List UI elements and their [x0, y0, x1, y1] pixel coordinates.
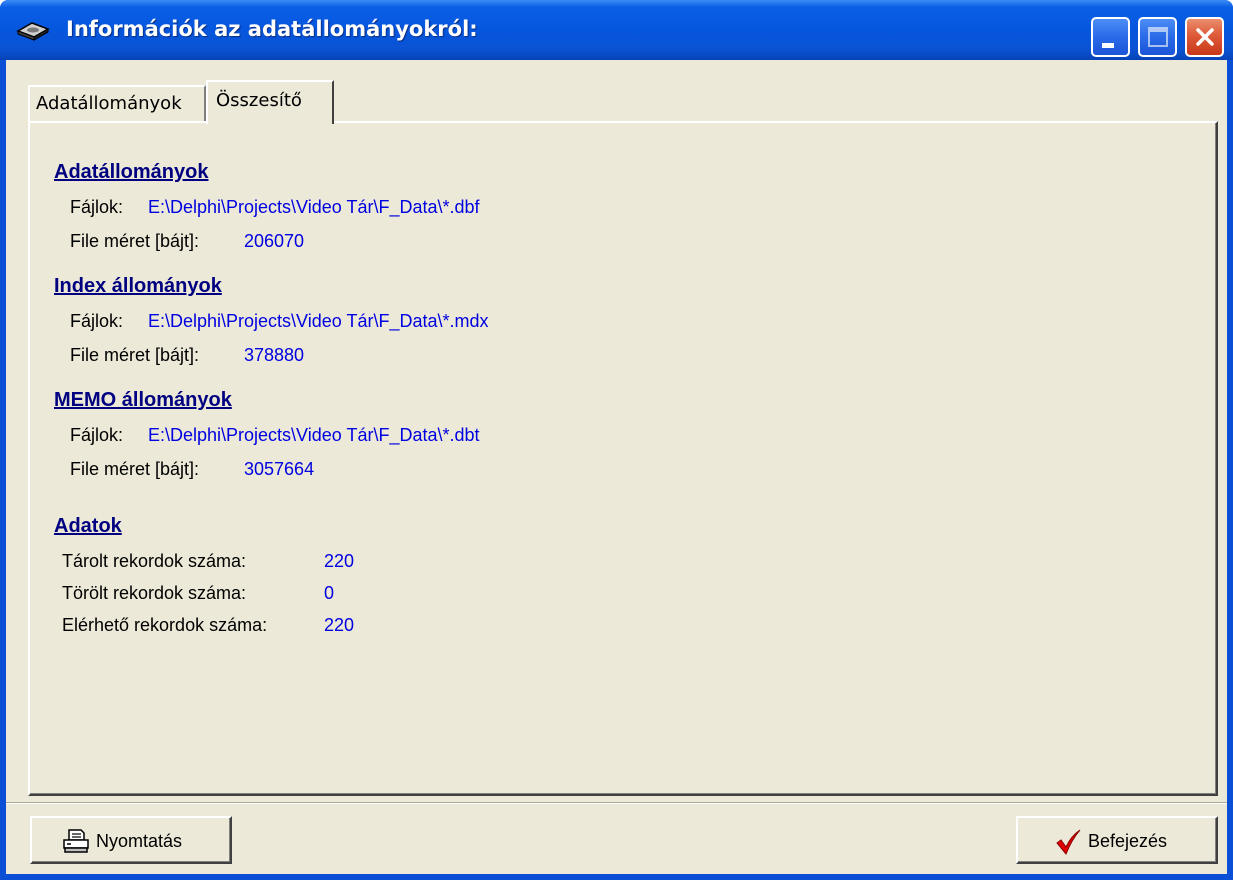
size-label: File méret [bájt]: — [70, 459, 200, 479]
files-label: Fájlok: — [70, 311, 124, 331]
files-value: E:\Delphi\Projects\Video Tár\F_Data\*.db… — [148, 197, 480, 217]
available-records-value: 220 — [324, 615, 355, 635]
print-label: Nyomtatás — [96, 831, 183, 851]
minimize-button[interactable] — [1091, 17, 1130, 57]
data-heading: Adatok — [54, 515, 122, 537]
maximize-icon — [1148, 27, 1168, 47]
tab-osszesito[interactable]: Összesítő — [206, 80, 334, 124]
files-value: E:\Delphi\Projects\Video Tár\F_Data\*.db… — [148, 425, 480, 445]
finish-button[interactable]: Befejezés — [1016, 816, 1218, 864]
finish-label: Befejezés — [1088, 831, 1168, 851]
files-value: E:\Delphi\Projects\Video Tár\F_Data\*.md… — [148, 311, 489, 331]
size-label: File méret [bájt]: — [70, 345, 200, 365]
deleted-records-row: Törölt rekordok száma: 0 — [62, 583, 334, 604]
minimize-icon — [1102, 43, 1114, 48]
printer-icon — [63, 829, 89, 853]
deleted-records-label: Törölt rekordok száma: — [62, 583, 247, 603]
available-records-label: Elérhető rekordok száma: — [62, 615, 268, 635]
available-records-row: Elérhető rekordok száma: 220 — [62, 615, 354, 636]
checkmark-icon — [1056, 829, 1081, 855]
print-button[interactable]: Nyomtatás — [30, 816, 232, 864]
size-value: 378880 — [244, 345, 305, 365]
close-icon — [1196, 28, 1214, 46]
memo-files-heading: MEMO állományok — [54, 389, 232, 411]
main-window: Információk az adatállományokról: Adatál… — [0, 0, 1233, 880]
deleted-records-value: 0 — [324, 583, 335, 603]
files-label: Fájlok: — [70, 197, 124, 217]
disk-drive-icon — [16, 22, 50, 41]
client-area: Adatállományok Összesítő Adatállományok … — [6, 60, 1227, 874]
size-value: 3057664 — [244, 459, 315, 479]
close-button[interactable] — [1185, 17, 1224, 57]
files-label: Fájlok: — [70, 425, 124, 445]
memo-size-row: File méret [bájt]: 3057664 — [70, 459, 314, 480]
size-label: File méret [bájt]: — [70, 231, 200, 251]
summary-page: Adatállományok Fájlok: E:\Delphi\Project… — [28, 121, 1218, 796]
data-files-heading: Adatállományok — [54, 161, 209, 183]
footer-divider — [6, 802, 1227, 804]
size-value: 206070 — [244, 231, 305, 251]
maximize-button[interactable] — [1138, 17, 1177, 57]
stored-records-value: 220 — [324, 551, 355, 571]
data-size-row: File méret [bájt]: 206070 — [70, 231, 304, 252]
memo-files-row: Fájlok: E:\Delphi\Projects\Video Tár\F_D… — [70, 425, 480, 446]
index-files-row: Fájlok: E:\Delphi\Projects\Video Tár\F_D… — [70, 311, 489, 332]
stored-records-row: Tárolt rekordok száma: 220 — [62, 551, 354, 572]
title-bar[interactable]: Információk az adatállományokról: — [0, 0, 1233, 60]
index-size-row: File méret [bájt]: 378880 — [70, 345, 304, 366]
window-title: Információk az adatállományokról: — [66, 17, 478, 41]
tab-adatallomanyok[interactable]: Adatállományok — [28, 85, 206, 121]
index-files-heading: Index állományok — [54, 275, 222, 297]
data-files-row: Fájlok: E:\Delphi\Projects\Video Tár\F_D… — [70, 197, 480, 218]
stored-records-label: Tárolt rekordok száma: — [62, 551, 247, 571]
